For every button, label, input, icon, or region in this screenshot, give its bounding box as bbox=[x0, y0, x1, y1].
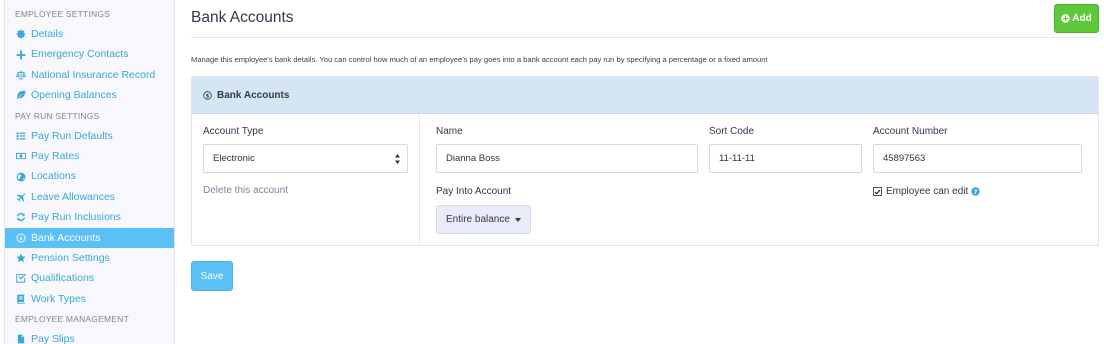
svg-text:?: ? bbox=[974, 189, 978, 196]
sidebar-item-emergency-contacts[interactable]: Emergency Contacts bbox=[5, 44, 174, 64]
account-number-value: 45897563 bbox=[883, 153, 926, 164]
account-type-value: Electronic bbox=[213, 153, 255, 164]
sidebar-item-label: Pension Settings bbox=[31, 251, 110, 264]
help-icon[interactable]: ? bbox=[971, 187, 980, 196]
dollar-circle-icon: $ bbox=[203, 90, 212, 100]
pay-into-account-value: Entire balance bbox=[446, 214, 510, 225]
sidebar-item-pay-run-defaults[interactable]: Pay Run Defaults bbox=[5, 126, 174, 146]
name-label: Name bbox=[436, 126, 463, 137]
name-field[interactable]: Dianna Boss bbox=[436, 144, 698, 173]
panel-title: Bank Accounts bbox=[217, 89, 290, 101]
book-icon bbox=[15, 293, 26, 304]
sidebar-item-locations[interactable]: Locations bbox=[5, 166, 174, 186]
sidebar-item-label: Pay Rates bbox=[31, 149, 80, 162]
plus-icon bbox=[15, 49, 26, 60]
sidebar: EMPLOYEE SETTINGS Details Emergency Cont… bbox=[4, 0, 175, 344]
column-divider bbox=[419, 115, 420, 246]
svg-text:$: $ bbox=[206, 93, 210, 99]
save-button[interactable]: Save bbox=[191, 261, 233, 291]
add-button[interactable]: Add bbox=[1054, 4, 1099, 33]
file-icon bbox=[15, 334, 26, 344]
sidebar-item-pay-rates[interactable]: Pay Rates bbox=[5, 146, 174, 166]
account-number-label: Account Number bbox=[873, 126, 948, 137]
sidebar-section-pay-run-settings: PAY RUN SETTINGS bbox=[15, 110, 100, 121]
sidebar-item-label: Leave Allowances bbox=[31, 190, 116, 203]
dollar-circle-icon: $ bbox=[15, 232, 26, 243]
employee-can-edit-label: Employee can edit bbox=[886, 186, 969, 197]
caret-down-icon bbox=[514, 217, 521, 222]
sidebar-item-label: Pay Run Inclusions bbox=[31, 211, 121, 224]
sidebar-item-label: Details bbox=[31, 28, 64, 40]
sidebar-item-label: Bank Accounts bbox=[31, 231, 101, 244]
sidebar-item-work-types[interactable]: Work Types bbox=[5, 289, 174, 309]
pay-into-account-label: Pay Into Account bbox=[436, 186, 512, 197]
sidebar-item-label: Emergency Contacts bbox=[31, 48, 129, 61]
sidebar-item-label: Pay Run Defaults bbox=[31, 129, 113, 142]
sort-code-value: 11-11-11 bbox=[719, 153, 755, 164]
gear-icon bbox=[15, 29, 26, 40]
sort-code-label: Sort Code bbox=[709, 126, 755, 137]
sidebar-section-employee-settings: EMPLOYEE SETTINGS bbox=[15, 9, 111, 19]
balance-scale-icon bbox=[15, 69, 26, 80]
add-button-label: Add bbox=[1072, 13, 1092, 24]
title-divider bbox=[191, 37, 1099, 38]
pay-into-account-dropdown[interactable]: Entire balance bbox=[436, 205, 531, 234]
employee-can-edit-row: Employee can edit ? bbox=[873, 186, 980, 197]
check-square-icon bbox=[15, 273, 26, 284]
sidebar-item-pay-run-inclusions[interactable]: Pay Run Inclusions bbox=[5, 207, 174, 227]
sidebar-section-employee-management: EMPLOYEE MANAGEMENT bbox=[15, 314, 129, 325]
sidebar-item-opening-balances[interactable]: Opening Balances bbox=[5, 85, 174, 105]
employee-can-edit-checkbox[interactable] bbox=[873, 187, 882, 196]
sidebar-item-pension-settings[interactable]: Pension Settings bbox=[5, 248, 174, 268]
bank-accounts-panel: $ Bank Accounts Account Type Electronic … bbox=[191, 76, 1099, 246]
page-title: Bank Accounts bbox=[191, 9, 294, 26]
sidebar-item-bank-accounts[interactable]: $ Bank Accounts bbox=[5, 227, 174, 248]
page-description: Manage this employee's bank details. You… bbox=[191, 55, 768, 64]
account-type-select[interactable]: Electronic bbox=[203, 144, 408, 173]
globe-icon bbox=[15, 171, 26, 182]
sidebar-item-pay-slips[interactable]: Pay Slips bbox=[5, 329, 174, 344]
sidebar-item-label: Locations bbox=[31, 170, 76, 183]
plane-icon bbox=[15, 191, 26, 202]
star-icon bbox=[15, 253, 26, 264]
account-type-label: Account Type bbox=[203, 126, 264, 137]
sidebar-item-leave-allowances[interactable]: Leave Allowances bbox=[5, 187, 174, 207]
svg-text:$: $ bbox=[19, 236, 23, 242]
sidebar-item-qualifications[interactable]: Qualifications bbox=[5, 268, 174, 288]
checkmark-icon bbox=[874, 189, 881, 194]
sidebar-item-label: Qualifications bbox=[31, 272, 95, 285]
money-icon bbox=[15, 151, 26, 162]
account-number-field[interactable]: 45897563 bbox=[873, 144, 1082, 173]
sidebar-item-label: Pay Slips bbox=[31, 333, 75, 344]
select-arrows-icon bbox=[395, 154, 400, 164]
list-icon bbox=[15, 130, 26, 141]
sidebar-item-details[interactable]: Details bbox=[5, 24, 174, 44]
sort-code-field[interactable]: 11-11-11 bbox=[709, 144, 862, 173]
sidebar-item-label: National Insurance Record bbox=[31, 68, 156, 81]
plus-circle-icon bbox=[1061, 14, 1070, 23]
delete-account-link[interactable]: Delete this account bbox=[203, 185, 288, 196]
name-value: Dianna Boss bbox=[446, 153, 500, 164]
sidebar-item-label: Work Types bbox=[31, 292, 87, 305]
leaf-icon bbox=[15, 90, 26, 101]
sidebar-item-label: Opening Balances bbox=[31, 89, 117, 102]
sidebar-item-national-insurance-record[interactable]: National Insurance Record bbox=[5, 65, 174, 85]
refresh-icon bbox=[15, 212, 26, 223]
panel-header: $ Bank Accounts bbox=[192, 77, 1098, 114]
